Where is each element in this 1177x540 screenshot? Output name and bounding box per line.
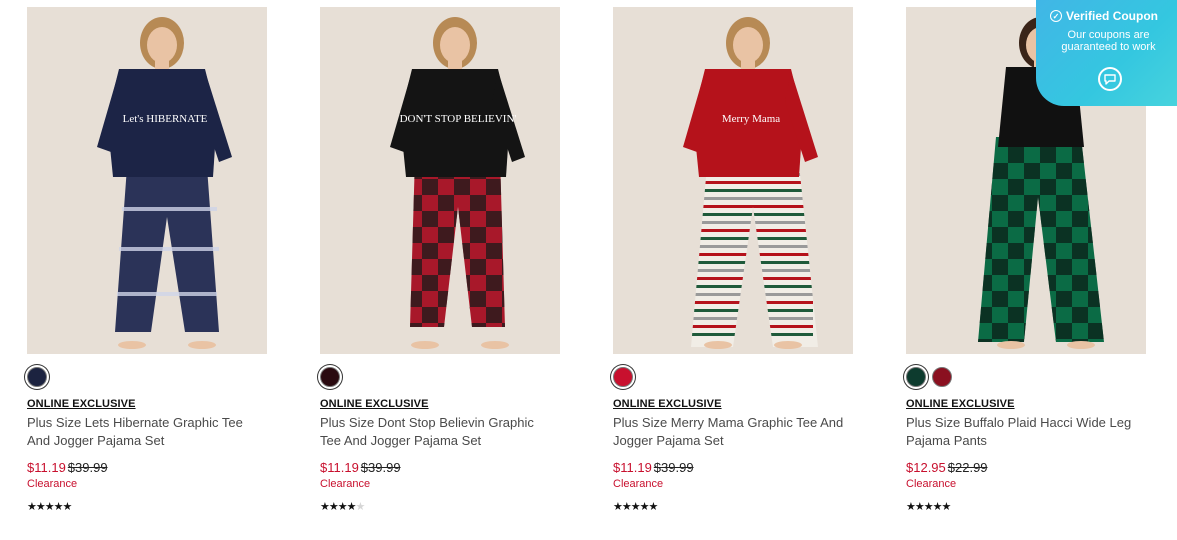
coupon-title-row: ✓ Verified Coupon bbox=[1050, 9, 1167, 23]
star-rating[interactable]: ★★★★★ bbox=[613, 500, 659, 514]
price-row: $12.95 $22.99 bbox=[906, 460, 988, 475]
sale-price: $11.19 bbox=[27, 460, 66, 475]
product-image[interactable]: Merry Mama bbox=[613, 7, 853, 354]
clearance-label: Clearance bbox=[320, 478, 371, 490]
online-exclusive-badge[interactable]: ONLINE EXCLUSIVE bbox=[320, 398, 429, 410]
star-icon: ★ bbox=[906, 501, 916, 513]
clearance-label: Clearance bbox=[613, 478, 664, 490]
price-row: $11.19 $39.99 bbox=[27, 460, 108, 475]
product-name-link[interactable]: Plus Size Merry Mama Graphic Tee And Jog… bbox=[613, 414, 849, 450]
color-swatch[interactable] bbox=[27, 367, 47, 387]
star-icon: ★ bbox=[630, 501, 641, 513]
price-row: $11.19 $39.99 bbox=[320, 460, 401, 475]
product-name-link[interactable]: Plus Size Dont Stop Believin Graphic Tee… bbox=[320, 414, 556, 450]
star-icon: ★ bbox=[355, 501, 366, 513]
star-icon: ★ bbox=[923, 501, 934, 513]
star-rating[interactable]: ★★★★★ bbox=[320, 500, 366, 514]
color-swatches bbox=[906, 367, 952, 387]
star-icon: ★ bbox=[639, 501, 650, 513]
coupon-message: Our coupons are guaranteed to work bbox=[1061, 29, 1156, 53]
star-icon: ★ bbox=[932, 501, 943, 513]
color-swatch[interactable] bbox=[613, 367, 633, 387]
color-swatch[interactable] bbox=[906, 367, 926, 387]
color-swatches bbox=[27, 367, 47, 387]
sale-price: $12.95 bbox=[906, 460, 946, 475]
star-icon: ★ bbox=[914, 501, 925, 513]
star-icon: ★ bbox=[320, 501, 330, 513]
star-icon: ★ bbox=[44, 501, 55, 513]
original-price: $22.99 bbox=[947, 460, 988, 475]
color-swatch[interactable] bbox=[320, 367, 340, 387]
star-icon: ★ bbox=[53, 501, 64, 513]
original-price: $39.99 bbox=[653, 460, 694, 475]
star-icon: ★ bbox=[27, 501, 37, 513]
check-circle-icon: ✓ bbox=[1050, 10, 1062, 22]
original-price: $39.99 bbox=[67, 460, 108, 475]
star-icon: ★ bbox=[328, 501, 339, 513]
verified-coupon-popup[interactable]: ✓ Verified Coupon Our coupons are guaran… bbox=[1036, 0, 1177, 106]
star-icon: ★ bbox=[337, 501, 348, 513]
online-exclusive-badge[interactable]: ONLINE EXCLUSIVE bbox=[613, 398, 722, 410]
star-icon: ★ bbox=[648, 501, 659, 513]
svg-text:DON'T STOP BELIEVIN': DON'T STOP BELIEVIN' bbox=[400, 113, 517, 125]
chat-bubble-icon[interactable] bbox=[1098, 67, 1122, 91]
online-exclusive-badge[interactable]: ONLINE EXCLUSIVE bbox=[906, 398, 1015, 410]
star-icon: ★ bbox=[346, 501, 357, 513]
product-name-link[interactable]: Plus Size Lets Hibernate Graphic Tee And… bbox=[27, 414, 263, 450]
star-icon: ★ bbox=[613, 501, 623, 513]
original-price: $39.99 bbox=[360, 460, 401, 475]
product-image[interactable]: Let's HIBERNATE bbox=[27, 7, 267, 354]
clearance-label: Clearance bbox=[906, 478, 957, 490]
star-icon: ★ bbox=[62, 501, 73, 513]
product-image[interactable]: DON'T STOP BELIEVIN' bbox=[320, 7, 560, 354]
star-rating[interactable]: ★★★★★ bbox=[906, 500, 952, 514]
star-icon: ★ bbox=[941, 501, 952, 513]
sale-price: $11.19 bbox=[320, 460, 359, 475]
price-row: $11.19 $39.99 bbox=[613, 460, 694, 475]
clearance-label: Clearance bbox=[27, 478, 78, 490]
color-swatch[interactable] bbox=[932, 367, 952, 387]
star-icon: ★ bbox=[621, 501, 632, 513]
star-icon: ★ bbox=[35, 501, 46, 513]
sale-price: $11.19 bbox=[613, 460, 652, 475]
star-rating[interactable]: ★★★★★ bbox=[27, 500, 73, 514]
product-name-link[interactable]: Plus Size Buffalo Plaid Hacci Wide Leg P… bbox=[906, 414, 1142, 450]
color-swatches bbox=[320, 367, 340, 387]
online-exclusive-badge[interactable]: ONLINE EXCLUSIVE bbox=[27, 398, 136, 410]
svg-text:Merry Mama: Merry Mama bbox=[722, 113, 780, 125]
coupon-title: Verified Coupon bbox=[1066, 9, 1159, 23]
svg-text:Let's HIBERNATE: Let's HIBERNATE bbox=[123, 113, 208, 125]
color-swatches bbox=[613, 367, 633, 387]
